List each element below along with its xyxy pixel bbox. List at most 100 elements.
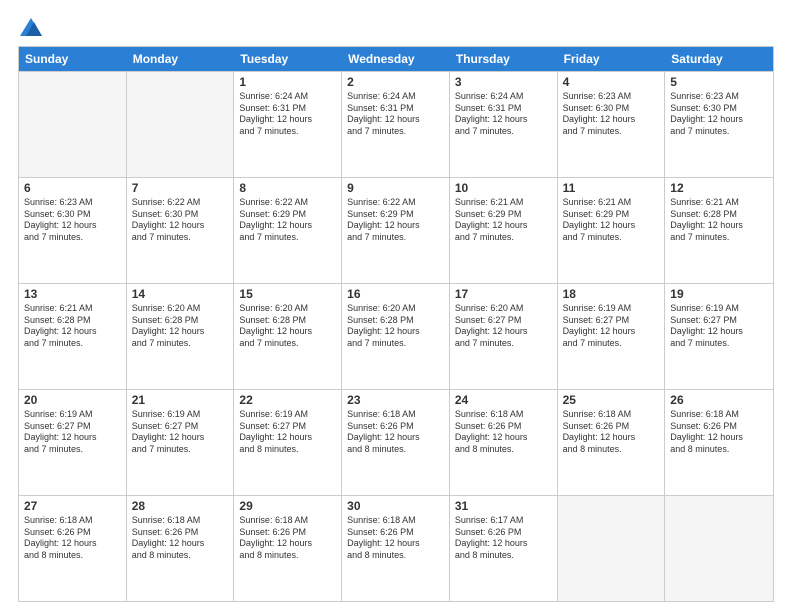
cell-info: Sunrise: 6:20 AM Sunset: 6:28 PM Dayligh… <box>132 303 229 350</box>
logo-icon <box>20 18 42 36</box>
cell-info: Sunrise: 6:18 AM Sunset: 6:26 PM Dayligh… <box>455 409 552 456</box>
calendar-cell: 6 Sunrise: 6:23 AM Sunset: 6:30 PM Daylig… <box>19 178 127 283</box>
cell-info: Sunrise: 6:23 AM Sunset: 6:30 PM Dayligh… <box>563 91 660 138</box>
day-number: 3 <box>455 75 552 89</box>
calendar-row-1: 1 Sunrise: 6:24 AM Sunset: 6:31 PM Daylig… <box>19 71 773 177</box>
day-number: 23 <box>347 393 444 407</box>
day-number: 20 <box>24 393 121 407</box>
calendar-cell: 31 Sunrise: 6:17 AM Sunset: 6:26 PM Dayli… <box>450 496 558 601</box>
day-number: 31 <box>455 499 552 513</box>
header-day-sunday: Sunday <box>19 47 127 71</box>
cell-info: Sunrise: 6:19 AM Sunset: 6:27 PM Dayligh… <box>670 303 768 350</box>
header <box>18 18 774 36</box>
calendar-cell: 30 Sunrise: 6:18 AM Sunset: 6:26 PM Dayli… <box>342 496 450 601</box>
calendar-cell: 27 Sunrise: 6:18 AM Sunset: 6:26 PM Dayli… <box>19 496 127 601</box>
day-number: 12 <box>670 181 768 195</box>
calendar-cell: 17Sunrise: 6:20 AM Sunset: 6:27 PM Dayli… <box>450 284 558 389</box>
day-number: 13 <box>24 287 121 301</box>
day-number: 6 <box>24 181 121 195</box>
cell-info: Sunrise: 6:20 AM Sunset: 6:28 PM Dayligh… <box>347 303 444 350</box>
day-number: 24 <box>455 393 552 407</box>
day-number: 11 <box>563 181 660 195</box>
cell-info: Sunrise: 6:18 AM Sunset: 6:26 PM Dayligh… <box>347 409 444 456</box>
calendar-cell: 18 Sunrise: 6:19 AM Sunset: 6:27 PM Dayli… <box>558 284 666 389</box>
calendar-cell <box>665 496 773 601</box>
cell-info: Sunrise: 6:18 AM Sunset: 6:26 PM Dayligh… <box>563 409 660 456</box>
day-number: 26 <box>670 393 768 407</box>
calendar-header: SundayMondayTuesdayWednesdayThursdayFrid… <box>19 47 773 71</box>
day-number: 14 <box>132 287 229 301</box>
cell-info: Sunrise: 6:22 AM Sunset: 6:29 PM Dayligh… <box>347 197 444 244</box>
cell-info: Sunrise: 6:19 AM Sunset: 6:27 PM Dayligh… <box>239 409 336 456</box>
calendar-cell <box>19 72 127 177</box>
logo <box>18 18 42 36</box>
day-number: 18 <box>563 287 660 301</box>
calendar-cell: 14 Sunrise: 6:20 AM Sunset: 6:28 PM Dayli… <box>127 284 235 389</box>
day-number: 1 <box>239 75 336 89</box>
calendar-cell: 19 Sunrise: 6:19 AM Sunset: 6:27 PM Dayli… <box>665 284 773 389</box>
calendar-cell: 3 Sunrise: 6:24 AM Sunset: 6:31 PM Daylig… <box>450 72 558 177</box>
calendar-cell: 26 Sunrise: 6:18 AM Sunset: 6:26 PM Dayli… <box>665 390 773 495</box>
day-number: 9 <box>347 181 444 195</box>
calendar-cell: 20 Sunrise: 6:19 AM Sunset: 6:27 PM Dayli… <box>19 390 127 495</box>
calendar-row-5: 27 Sunrise: 6:18 AM Sunset: 6:26 PM Dayli… <box>19 495 773 601</box>
day-number: 10 <box>455 181 552 195</box>
calendar-cell: 22 Sunrise: 6:19 AM Sunset: 6:27 PM Dayli… <box>234 390 342 495</box>
calendar-cell: 7 Sunrise: 6:22 AM Sunset: 6:30 PM Daylig… <box>127 178 235 283</box>
cell-info: Sunrise: 6:18 AM Sunset: 6:26 PM Dayligh… <box>347 515 444 562</box>
cell-info: Sunrise: 6:21 AM Sunset: 6:28 PM Dayligh… <box>24 303 121 350</box>
calendar-cell <box>127 72 235 177</box>
calendar-body: 1 Sunrise: 6:24 AM Sunset: 6:31 PM Daylig… <box>19 71 773 601</box>
day-number: 7 <box>132 181 229 195</box>
header-day-monday: Monday <box>127 47 235 71</box>
cell-info: Sunrise: 6:18 AM Sunset: 6:26 PM Dayligh… <box>670 409 768 456</box>
header-day-friday: Friday <box>558 47 666 71</box>
cell-info: Sunrise: 6:19 AM Sunset: 6:27 PM Dayligh… <box>24 409 121 456</box>
header-day-saturday: Saturday <box>665 47 773 71</box>
calendar-cell: 1Sunrise: 6:24 AM Sunset: 6:31 PM Daylig… <box>234 72 342 177</box>
cell-info: Sunrise: 6:23 AM Sunset: 6:30 PM Dayligh… <box>670 91 768 138</box>
day-number: 27 <box>24 499 121 513</box>
cell-info: Sunrise: 6:21 AM Sunset: 6:29 PM Dayligh… <box>563 197 660 244</box>
header-day-tuesday: Tuesday <box>234 47 342 71</box>
cell-info: Sunrise: 6:22 AM Sunset: 6:29 PM Dayligh… <box>239 197 336 244</box>
page: SundayMondayTuesdayWednesdayThursdayFrid… <box>0 0 792 612</box>
day-number: 8 <box>239 181 336 195</box>
cell-info: Sunrise: 6:24 AM Sunset: 6:31 PM Dayligh… <box>455 91 552 138</box>
calendar-cell: 24 Sunrise: 6:18 AM Sunset: 6:26 PM Dayli… <box>450 390 558 495</box>
day-number: 30 <box>347 499 444 513</box>
day-number: 21 <box>132 393 229 407</box>
calendar-cell: 28 Sunrise: 6:18 AM Sunset: 6:26 PM Dayli… <box>127 496 235 601</box>
cell-info: Sunrise: 6:17 AM Sunset: 6:26 PM Dayligh… <box>455 515 552 562</box>
calendar-cell: 2 Sunrise: 6:24 AM Sunset: 6:31 PM Daylig… <box>342 72 450 177</box>
cell-info: Sunrise: 6:23 AM Sunset: 6:30 PM Dayligh… <box>24 197 121 244</box>
cell-info: Sunrise: 6:18 AM Sunset: 6:26 PM Dayligh… <box>239 515 336 562</box>
calendar-cell: 12 Sunrise: 6:21 AM Sunset: 6:28 PM Dayli… <box>665 178 773 283</box>
day-number: 29 <box>239 499 336 513</box>
day-number: 16 <box>347 287 444 301</box>
day-number: 4 <box>563 75 660 89</box>
day-number: 17 <box>455 287 552 301</box>
header-day-thursday: Thursday <box>450 47 558 71</box>
cell-info: Sunrise: 6:18 AM Sunset: 6:26 PM Dayligh… <box>24 515 121 562</box>
calendar-cell: 23 Sunrise: 6:18 AM Sunset: 6:26 PM Dayli… <box>342 390 450 495</box>
calendar-row-3: 13 Sunrise: 6:21 AM Sunset: 6:28 PM Dayli… <box>19 283 773 389</box>
calendar-row-4: 20 Sunrise: 6:19 AM Sunset: 6:27 PM Dayli… <box>19 389 773 495</box>
cell-info: Sunrise: 6:18 AM Sunset: 6:26 PM Dayligh… <box>132 515 229 562</box>
day-number: 28 <box>132 499 229 513</box>
calendar-cell: 10 Sunrise: 6:21 AM Sunset: 6:29 PM Dayli… <box>450 178 558 283</box>
cell-info: Sunrise: 6:19 AM Sunset: 6:27 PM Dayligh… <box>563 303 660 350</box>
cell-info: Sunrise: 6:21 AM Sunset: 6:29 PM Dayligh… <box>455 197 552 244</box>
calendar-row-2: 6 Sunrise: 6:23 AM Sunset: 6:30 PM Daylig… <box>19 177 773 283</box>
cell-info: Sunrise: 6:22 AM Sunset: 6:30 PM Dayligh… <box>132 197 229 244</box>
day-number: 2 <box>347 75 444 89</box>
calendar-cell <box>558 496 666 601</box>
day-number: 22 <box>239 393 336 407</box>
day-number: 5 <box>670 75 768 89</box>
cell-info: Sunrise: 6:24 AM Sunset: 6:31 PM Dayligh… <box>347 91 444 138</box>
calendar-cell: 4 Sunrise: 6:23 AM Sunset: 6:30 PM Daylig… <box>558 72 666 177</box>
cell-info: Sunrise: 6:21 AM Sunset: 6:28 PM Dayligh… <box>670 197 768 244</box>
calendar-cell: 15Sunrise: 6:20 AM Sunset: 6:28 PM Dayli… <box>234 284 342 389</box>
calendar-cell: 11 Sunrise: 6:21 AM Sunset: 6:29 PM Dayli… <box>558 178 666 283</box>
day-number: 19 <box>670 287 768 301</box>
